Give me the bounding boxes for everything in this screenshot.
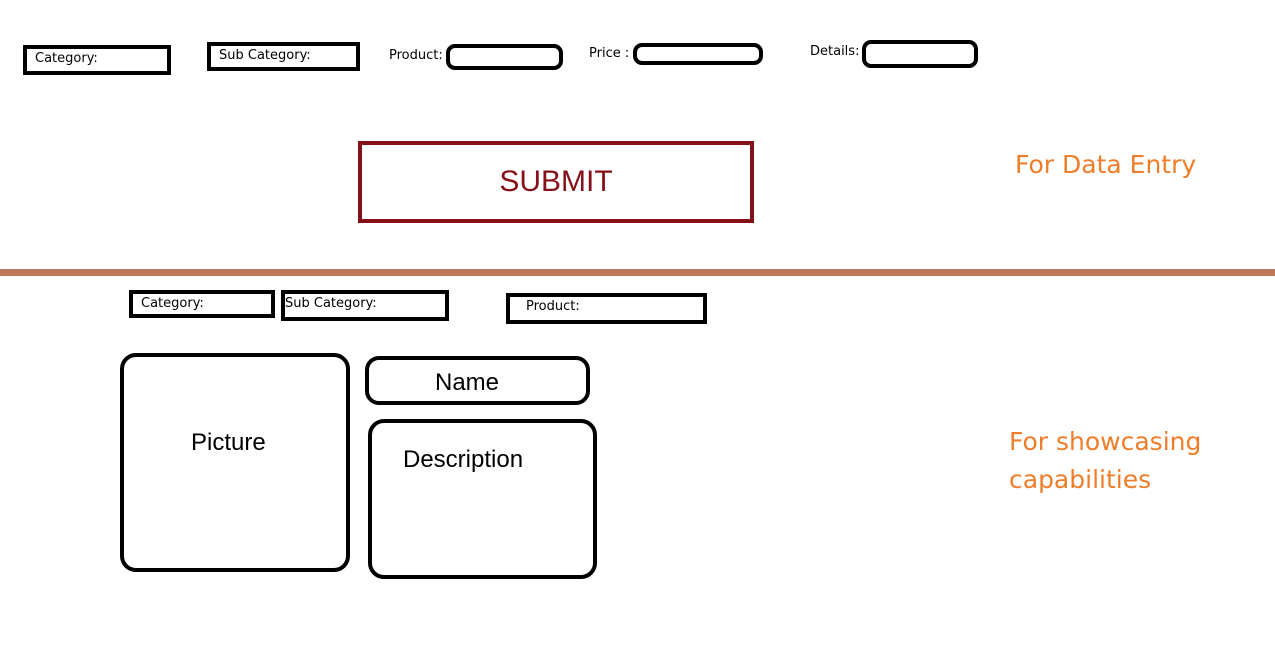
category-label: Category:	[35, 51, 98, 66]
product-label: Product:	[389, 48, 443, 63]
price-label: Price :	[589, 46, 630, 61]
sub-category-field[interactable]: Sub Category:	[207, 42, 360, 71]
showcase-annotation-line2: capabilities	[1009, 465, 1152, 494]
price-input[interactable]	[633, 43, 763, 65]
showcase-sub-category-field[interactable]: Sub Category:	[281, 290, 449, 321]
name-label: Name	[435, 369, 500, 396]
category-field[interactable]: Category:	[23, 45, 171, 75]
showcase-product-field[interactable]: Product:	[506, 293, 707, 324]
product-input[interactable]	[446, 44, 563, 70]
submit-button-label: SUBMIT	[499, 165, 613, 198]
sub-category-label: Sub Category:	[219, 48, 311, 63]
name-box: Name	[365, 356, 590, 405]
showcase-sub-category-label: Sub Category:	[285, 296, 377, 311]
showcase-product-label: Product:	[526, 299, 580, 314]
showcase-annotation: For showcasing capabilities	[1009, 423, 1201, 499]
details-label: Details:	[810, 44, 860, 59]
showcase-category-field[interactable]: Category:	[129, 290, 275, 318]
picture-label: Picture	[191, 429, 266, 456]
submit-button[interactable]: SUBMIT	[358, 141, 754, 223]
showcase-annotation-line1: For showcasing	[1009, 427, 1202, 456]
showcase-category-label: Category:	[141, 296, 204, 311]
section-divider	[0, 269, 1275, 276]
picture-box: Picture	[120, 353, 350, 572]
description-label: Description	[403, 446, 524, 473]
data-entry-annotation: For Data Entry	[1015, 150, 1197, 179]
description-box: Description	[368, 419, 597, 579]
details-input[interactable]	[862, 40, 978, 68]
